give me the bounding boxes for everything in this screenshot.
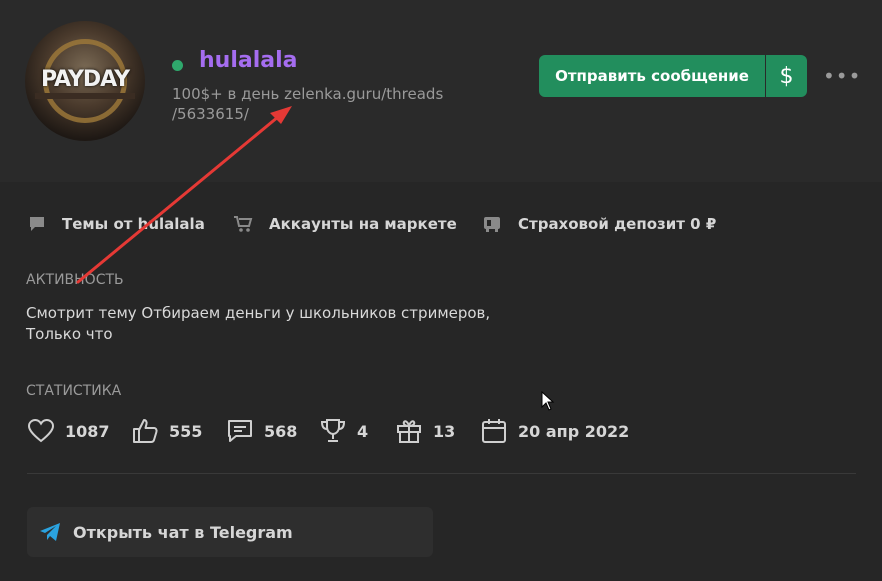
- mouse-cursor-icon: [541, 391, 555, 411]
- annotation-arrow: [76, 106, 292, 284]
